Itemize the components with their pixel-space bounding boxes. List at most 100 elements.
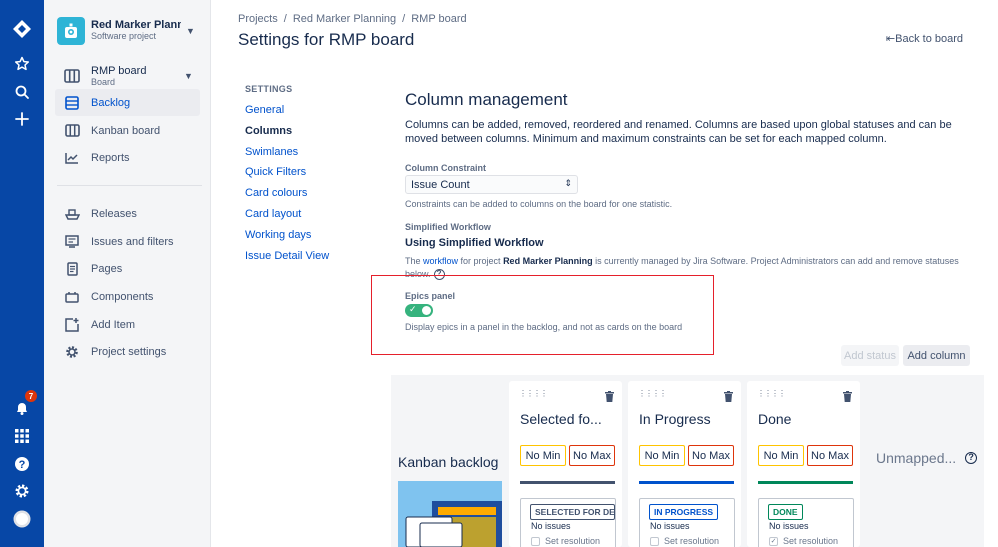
set-resolution-checkbox[interactable]: Set resolution	[531, 536, 600, 546]
column-constraint-select[interactable]: Issue Count ⇕	[405, 175, 578, 194]
jira-logo-icon[interactable]	[0, 12, 44, 46]
create-icon[interactable]	[0, 107, 44, 131]
board-column-done[interactable]: ⋮⋮⋮⋮ Done No Min No Max DONE No issues ✓…	[747, 381, 860, 547]
app-root: 7 ? Red Marker Plann Software project ▼	[0, 0, 998, 547]
settings-nav-working-days[interactable]: Working days	[245, 229, 329, 250]
notifications-icon[interactable]: 7	[0, 390, 44, 420]
settings-nav-card-layout[interactable]: Card layout	[245, 208, 329, 229]
sidebar-divider	[57, 185, 202, 186]
project-name: Red Marker Plann	[91, 20, 181, 31]
status-lozenge: IN PROGRESS	[649, 504, 719, 520]
status-card[interactable]: DONE No issues ✓ Set resolution	[758, 498, 854, 547]
set-resolution-checkbox[interactable]: Set resolution	[650, 536, 719, 546]
constraint-help-text: Constraints can be added to columns on t…	[405, 199, 673, 209]
settings-nav-issue-detail-view[interactable]: Issue Detail View	[245, 250, 329, 271]
svg-text:?: ?	[19, 459, 26, 471]
workflow-link[interactable]: workflow	[423, 256, 458, 266]
sidebar-item-project-settings[interactable]: Project settings	[55, 338, 200, 365]
help-circle-icon[interactable]: ?	[965, 452, 978, 464]
settings-nav-swimlanes[interactable]: Swimlanes	[245, 146, 329, 167]
project-avatar	[57, 17, 85, 45]
board-icon	[64, 123, 80, 139]
set-resolution-label: Set resolution	[545, 536, 601, 546]
kanban-backlog-illustration	[398, 481, 502, 547]
kanban-backlog-title: Kanban backlog	[398, 454, 499, 470]
board-column-in-progress[interactable]: ⋮⋮⋮⋮ In Progress No Min No Max IN PROGRE…	[628, 381, 741, 547]
add-column-button[interactable]: Add column	[903, 345, 970, 366]
board-column-selected[interactable]: ⋮⋮⋮⋮ Selected fo... No Min No Max SELECT…	[509, 381, 622, 547]
column-title[interactable]: In Progress	[639, 411, 736, 427]
trash-icon[interactable]	[605, 389, 614, 407]
board-name: RMP board	[91, 64, 147, 77]
reports-chart-icon	[64, 150, 80, 166]
board-switcher[interactable]: RMP board Board ▼	[55, 62, 200, 90]
settings-heading: SETTINGS	[245, 84, 293, 94]
app-switcher-icon[interactable]	[0, 424, 44, 448]
simplified-workflow-title: Using Simplified Workflow	[405, 237, 544, 249]
column-min-field[interactable]: No Min	[520, 445, 566, 466]
column-max-field[interactable]: No Max	[688, 445, 734, 466]
star-icon[interactable]	[0, 52, 44, 76]
drag-handle-icon[interactable]: ⋮⋮⋮⋮	[519, 389, 548, 398]
status-lozenge: DONE	[768, 504, 803, 520]
help-icon[interactable]: ?	[0, 452, 44, 476]
sidebar-item-label: Kanban board	[91, 124, 161, 137]
column-board: Kanban backlog ⋮⋮⋮⋮ Selected fo... No Mi…	[391, 375, 984, 547]
breadcrumb: Projects / Red Marker Planning / RMP board	[238, 13, 467, 25]
sidebar-item-issues-and-filters[interactable]: Issues and filters	[55, 228, 200, 255]
column-max-field[interactable]: No Max	[807, 445, 853, 466]
sidebar-item-pages[interactable]: Pages	[55, 255, 200, 282]
status-card[interactable]: SELECTED FOR DEVELOPMENT No issues Set r…	[520, 498, 616, 547]
breadcrumb-project[interactable]: Red Marker Planning	[293, 13, 396, 25]
sidebar-item-reports[interactable]: Reports	[55, 144, 200, 171]
drag-handle-icon[interactable]: ⋮⋮⋮⋮	[757, 389, 786, 398]
workflow-text-1: The	[405, 256, 424, 266]
column-min-field[interactable]: No Min	[639, 445, 685, 466]
settings-nav-general[interactable]: General	[245, 104, 329, 125]
back-link-label: Back to board	[895, 33, 963, 45]
highlight-annotation-box	[371, 275, 714, 355]
components-icon	[64, 289, 80, 305]
board-icon	[64, 69, 80, 83]
sidebar-item-components[interactable]: Components	[55, 283, 200, 310]
drag-handle-icon[interactable]: ⋮⋮⋮⋮	[638, 389, 667, 398]
column-max-field[interactable]: No Max	[569, 445, 615, 466]
column-constraint-label: Column Constraint	[405, 163, 486, 173]
sidebar-item-backlog[interactable]: Backlog	[55, 89, 200, 116]
settings-gear-icon[interactable]	[0, 479, 44, 503]
issue-count-text: No issues	[531, 521, 571, 531]
sidebar-item-label: Releases	[91, 207, 137, 220]
arrow-left-icon: ⇤	[885, 33, 896, 45]
sidebar-item-kanban-board[interactable]: Kanban board	[55, 117, 200, 144]
column-title[interactable]: Done	[758, 411, 855, 427]
backlog-icon	[64, 95, 80, 111]
breadcrumb-board[interactable]: RMP board	[411, 13, 466, 25]
status-card[interactable]: IN PROGRESS No issues Set resolution	[639, 498, 735, 547]
settings-nav-card-colours[interactable]: Card colours	[245, 187, 329, 208]
settings-nav-quick-filters[interactable]: Quick Filters	[245, 166, 329, 187]
back-to-board-link[interactable]: ⇤Back to board	[886, 32, 963, 45]
workflow-project: Red Marker Planning	[503, 256, 593, 266]
set-resolution-checkbox[interactable]: ✓ Set resolution	[769, 536, 838, 546]
trash-icon[interactable]	[843, 389, 852, 407]
user-avatar-icon[interactable]	[0, 507, 44, 531]
issue-count-text: No issues	[650, 521, 690, 531]
column-title[interactable]: Selected fo...	[520, 411, 617, 427]
column-constraint-value: Issue Count	[411, 179, 470, 191]
global-nav: 7 ?	[0, 0, 44, 547]
select-arrows-icon: ⇕	[564, 178, 572, 188]
workflow-text-2: for project	[458, 256, 504, 266]
project-switcher[interactable]: Red Marker Plann Software project ▼	[57, 16, 202, 46]
set-resolution-label: Set resolution	[783, 536, 839, 546]
column-min-field[interactable]: No Min	[758, 445, 804, 466]
add-status-button[interactable]: Add status	[841, 345, 899, 366]
search-icon[interactable]	[0, 80, 44, 104]
breadcrumb-projects[interactable]: Projects	[238, 13, 278, 25]
checkbox-icon	[531, 536, 540, 546]
sidebar-item-add-item[interactable]: Add Item	[55, 311, 200, 338]
notification-badge: 7	[25, 390, 37, 402]
trash-icon[interactable]	[724, 389, 733, 407]
sidebar-item-releases[interactable]: Releases	[55, 200, 200, 227]
settings-nav-columns[interactable]: Columns	[245, 125, 329, 146]
checkbox-icon	[650, 536, 659, 546]
